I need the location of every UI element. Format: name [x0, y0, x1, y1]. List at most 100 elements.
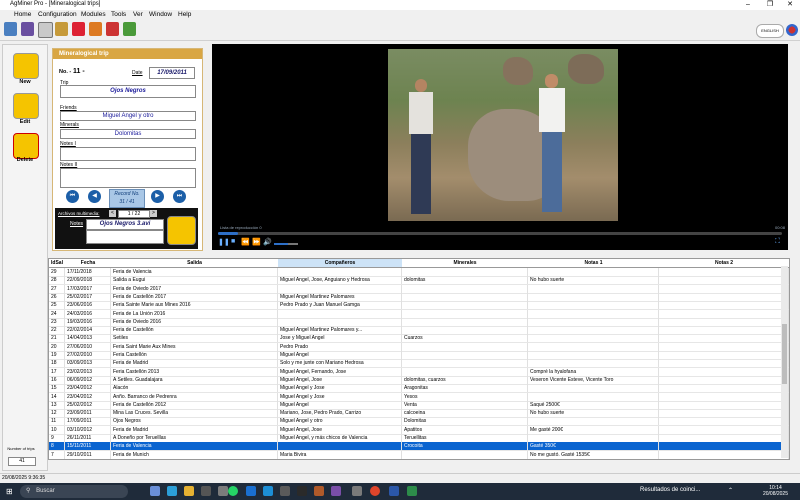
table-cell[interactable]: Feria de Valencia	[111, 442, 278, 451]
edge-icon[interactable]	[167, 486, 177, 496]
collection-icon[interactable]	[21, 22, 34, 36]
table-cell[interactable]: 03/09/2013	[65, 359, 111, 368]
trip-field[interactable]: Ojos Negros	[60, 85, 196, 98]
add-media-icon[interactable]	[167, 216, 196, 245]
wifi-icon[interactable]: ⌃	[728, 487, 733, 494]
table-cell[interactable]: 9	[49, 434, 65, 442]
table-cell[interactable]	[659, 292, 789, 301]
table-cell[interactable]	[402, 450, 528, 459]
next-record-button[interactable]: ▶	[151, 190, 164, 203]
table-cell[interactable]: 22	[49, 326, 65, 335]
table-cell[interactable]	[528, 334, 659, 343]
menu-home[interactable]: Home	[14, 11, 31, 18]
notes2-field[interactable]	[60, 168, 196, 188]
table-cell[interactable]: Feria de Valencia	[111, 268, 278, 276]
table-cell[interactable]: 06/09/2012	[65, 375, 111, 384]
table-cell[interactable]: No hubo suerte	[528, 276, 659, 285]
table-cell[interactable]: Feria de Oviedo 2016	[111, 317, 278, 326]
table-cell[interactable]: Feria Castellón 2013	[111, 367, 278, 376]
table-cell[interactable]: 26/11/2011	[65, 434, 111, 442]
table-cell[interactable]	[659, 417, 789, 426]
table-cell[interactable]	[659, 434, 789, 442]
flag-icon[interactable]	[786, 24, 798, 36]
table-cell[interactable]: Veseron Vicente Esteve, Vicente Toro	[528, 375, 659, 384]
rewind-icon[interactable]: ⏪	[241, 238, 250, 246]
word-icon[interactable]	[389, 486, 399, 496]
table-cell[interactable]	[659, 276, 789, 285]
table-cell[interactable]	[402, 309, 528, 318]
minimize-button[interactable]: –	[740, 0, 756, 10]
table-cell[interactable]: 12	[49, 409, 65, 418]
agminer-taskbar-icon[interactable]	[331, 486, 341, 496]
scrollbar-thumb[interactable]	[782, 324, 787, 384]
table-cell[interactable]	[402, 292, 528, 301]
menu-tools[interactable]: Tools	[111, 11, 126, 18]
table-cell[interactable]: Mina Las Cruces. Sevilla	[111, 409, 278, 418]
minerals-field[interactable]: Dolomitas	[60, 129, 196, 139]
table-cell[interactable]: Yesos	[402, 392, 528, 401]
table-cell[interactable]: 17/11/2018	[65, 268, 111, 276]
excel-icon[interactable]	[407, 486, 417, 496]
table-cell[interactable]	[659, 301, 789, 310]
table-cell[interactable]: 23/04/2012	[65, 384, 111, 393]
game-icon[interactable]	[314, 486, 324, 496]
table-cell[interactable]	[659, 326, 789, 335]
friends-field[interactable]: Miguel Angel y otro	[60, 111, 196, 121]
date-field[interactable]: 17/09/2011	[149, 67, 195, 79]
table-cell[interactable]	[659, 375, 789, 384]
table-cell[interactable]: Compré la hyalofana	[528, 367, 659, 376]
table-cell[interactable]	[402, 367, 528, 376]
table-cell[interactable]	[659, 351, 789, 359]
table-cell[interactable]	[528, 326, 659, 335]
table-cell[interactable]: 29	[49, 268, 65, 276]
table-cell[interactable]: 25	[49, 301, 65, 310]
table-cell[interactable]	[659, 359, 789, 368]
table-cell[interactable]: Feria de Madrid	[111, 359, 278, 368]
table-cell[interactable]: Miguel Angel Martinez Palomares	[278, 292, 402, 301]
outlook-icon[interactable]	[246, 486, 256, 496]
table-cell[interactable]	[659, 334, 789, 343]
table-cell[interactable]	[659, 317, 789, 326]
edit-trip-icon[interactable]	[13, 93, 39, 119]
table-cell[interactable]	[659, 442, 789, 451]
table-cell[interactable]: 17	[49, 367, 65, 376]
table-cell[interactable]	[659, 367, 789, 376]
table-cell[interactable]: 20	[49, 342, 65, 351]
table-cell[interactable]: Miguel Angel y Jose	[278, 392, 402, 401]
table-cell[interactable]	[278, 317, 402, 326]
table-cell[interactable]	[659, 384, 789, 393]
table-cell[interactable]: Miguel Angel, Jose	[278, 375, 402, 384]
table-cell[interactable]	[528, 417, 659, 426]
volume-icon[interactable]: 🔊	[263, 238, 272, 246]
menu-modules[interactable]: Modules	[81, 11, 106, 18]
table-cell[interactable]: Venta	[402, 400, 528, 409]
table-cell[interactable]	[402, 268, 528, 276]
delete-trip-icon[interactable]	[13, 133, 39, 159]
close-button[interactable]: ✕	[782, 0, 798, 10]
table-cell[interactable]: 14/04/2013	[65, 334, 111, 343]
delete-button[interactable]: Delete	[3, 157, 47, 163]
table-cell[interactable]: 10	[49, 425, 65, 434]
table-cell[interactable]: Feria de Munich	[111, 450, 278, 459]
table-cell[interactable]: 25/02/2017	[65, 292, 111, 301]
table-cell[interactable]: Gasté 350€	[528, 442, 659, 451]
table-cell[interactable]	[659, 309, 789, 318]
table-cell[interactable]: 24/03/2016	[65, 309, 111, 318]
table-cell[interactable]: A Doneño por Teruelllas	[111, 434, 278, 442]
table-cell[interactable]: Feria Sainte Marie aux Mines 2016	[111, 301, 278, 310]
table-cell[interactable]: Mariano, Jose, Pedro Prado, Carrizo	[278, 409, 402, 418]
table-cell[interactable]	[278, 442, 402, 451]
table-cell[interactable]: 16	[49, 375, 65, 384]
menu-help[interactable]: Help	[178, 11, 191, 18]
table-cell[interactable]: 27/06/2010	[65, 342, 111, 351]
table-cell[interactable]: 23	[49, 317, 65, 326]
table-cell[interactable]: Feria Saint Marie Aux Mines	[111, 342, 278, 351]
table-cell[interactable]: Apatitos	[402, 425, 528, 434]
table-cell[interactable]: 24	[49, 309, 65, 318]
table-cell[interactable]: 15/11/2011	[65, 442, 111, 451]
previous-record-button[interactable]: ◀	[88, 190, 101, 203]
table-cell[interactable]	[528, 284, 659, 293]
first-record-button[interactable]: ⏮	[66, 190, 79, 203]
table-cell[interactable]	[528, 384, 659, 393]
table-cell[interactable]: dolomitas	[402, 276, 528, 285]
